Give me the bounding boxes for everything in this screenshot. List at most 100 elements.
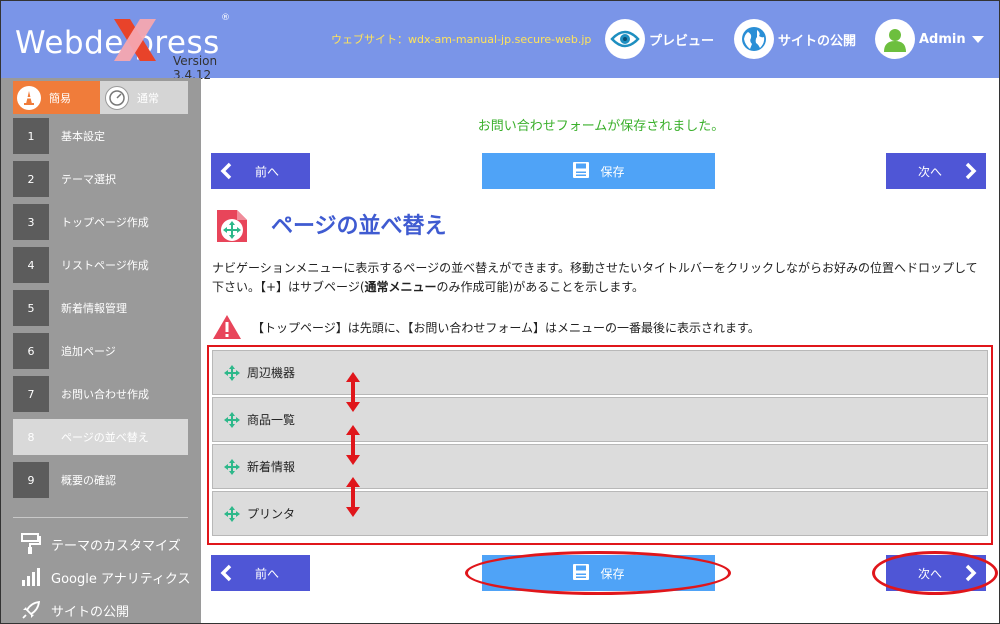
move-handle-icon[interactable] [223,411,241,429]
step-number: 6 [13,333,49,369]
step-label: リストページ作成 [61,259,149,272]
save-success-message: お問い合わせフォームが保存されました。 [477,119,725,134]
step-label: 新着情報管理 [61,302,127,315]
user-menu[interactable]: Admin [875,18,984,60]
prev-button-top[interactable]: 前へ [211,153,310,189]
mode-switch: 簡易 通常 [13,81,188,114]
paint-roller-icon [19,533,43,555]
sidebar: 簡易 通常 1 基本設定 2 テーマ選択 3 トップページ作成 4 リストページ作成 5… [1,78,201,623]
sidebar-divider [13,517,188,518]
google-analytics-link[interactable]: Google アナリティクス [19,565,191,589]
description-bold: 通常メニュー [364,280,437,294]
step-number: 7 [13,376,49,412]
step-theme-select[interactable]: 2 テーマ選択 [13,161,188,197]
header-bar: Webde press ® Version 3.4.12 ウェブサイト：wdx-… [1,1,999,82]
save-disk-icon [572,161,590,182]
step-page-reorder[interactable]: 8 ページの並べ替え [13,419,188,455]
item-label: 周辺機器 [247,366,296,380]
prev-button-bottom[interactable]: 前へ [211,555,310,591]
chevron-left-icon [211,564,241,582]
globe-icon [734,19,774,59]
tool-label: テーマのカスタマイズ [51,538,181,554]
prev-label: 前へ [255,566,280,581]
logo-registered-mark: ® [221,13,230,23]
avatar [875,19,915,59]
step-label: お問い合わせ作成 [61,388,149,401]
step-number: 5 [13,290,49,326]
tool-label: Google アナリティクス [51,571,191,587]
publish-label: サイトの公開 [778,33,857,49]
reorder-arrow-icon [346,425,360,465]
publish-site-link[interactable]: サイトの公開 [19,598,129,622]
step-summary[interactable]: 9 概要の確認 [13,462,188,498]
move-handle-icon[interactable] [223,364,241,382]
reorder-arrow-icon [346,477,360,517]
prev-label: 前へ [255,164,280,179]
mode-normal-button[interactable]: 通常 [100,81,188,114]
mode-easy-label: 簡易 [49,91,71,105]
step-additional-page[interactable]: 6 追加ページ [13,333,188,369]
warning-notice: 【トップページ】は先頭に、【お問い合わせフォーム】はメニューの一番最後に表示され… [212,314,760,340]
app-window: Webde press ® Version 3.4.12 ウェブサイト：wdx-… [0,0,1000,624]
save-label: 保存 [600,164,625,179]
preview-label: プレビュー [649,33,715,49]
step-basic-settings[interactable]: 1 基本設定 [13,118,188,154]
chevron-left-icon [211,162,241,180]
step-label: ページの並べ替え [61,431,149,444]
logo-x-icon [114,19,156,61]
chevron-right-icon [956,162,986,180]
rocket-icon [19,600,43,620]
mode-normal-label: 通常 [137,91,159,105]
theme-customize-link[interactable]: テーマのカスタマイズ [19,532,181,556]
item-label: 商品一覧 [247,413,296,427]
next-label: 次へ [917,164,942,179]
preview-button[interactable]: プレビュー [605,18,714,60]
step-label: 追加ページ [61,345,116,358]
step-number: 3 [13,204,49,240]
highlight-ring-save [465,551,731,595]
highlight-ring-next [872,551,998,595]
publish-site-button[interactable]: サイトの公開 [734,18,856,60]
user-name: Admin [919,31,966,47]
chevron-down-icon [971,35,984,43]
step-number: 9 [13,462,49,498]
page-description: ナビゲーションメニューに表示するページの並べ替えができます。移動させたいタイトル… [212,259,987,297]
description-text-end: のみ作成可能)があることを示します。 [436,280,644,294]
warning-icon [213,315,241,339]
step-contact-form[interactable]: 7 お問い合わせ作成 [13,376,188,412]
eye-icon [605,19,645,59]
next-button-top[interactable]: 次へ [886,153,986,189]
step-number: 2 [13,161,49,197]
gauge-icon [105,85,129,110]
step-list-page[interactable]: 4 リストページ作成 [13,247,188,283]
website-url[interactable]: ウェブサイト：wdx-am-manual-jp.secure-web.jp [331,31,591,47]
mode-easy-button[interactable]: 簡易 [13,81,100,114]
tool-label: サイトの公開 [51,604,130,620]
sortable-item[interactable]: 商品一覧 [212,397,988,442]
sortable-page-list: 周辺機器 商品一覧 新着情報 プリンタ [207,345,993,545]
item-label: 新着情報 [247,460,296,474]
reorder-arrow-icon [346,372,360,412]
page-reorder-title-icon [217,210,247,242]
sortable-item[interactable]: 新着情報 [212,444,988,489]
step-number: 1 [13,118,49,154]
step-label: 概要の確認 [61,474,116,487]
step-news-management[interactable]: 5 新着情報管理 [13,290,188,326]
page-title: ページの並べ替え [271,214,447,239]
tower-icon [17,85,41,110]
step-label: テーマ選択 [61,173,116,186]
move-handle-icon[interactable] [223,458,241,476]
step-number: 4 [13,247,49,283]
step-top-page[interactable]: 3 トップページ作成 [13,204,188,240]
step-label: 基本設定 [61,130,105,143]
item-label: プリンタ [247,507,296,521]
save-button-top[interactable]: 保存 [482,153,715,189]
step-label: トップページ作成 [61,216,149,229]
warning-text: 【トップページ】は先頭に、【お問い合わせフォーム】はメニューの一番最後に表示され… [252,320,760,335]
logo: Webde press ® Version 3.4.12 [15,11,245,82]
move-handle-icon[interactable] [223,505,241,523]
bar-chart-icon [19,567,43,587]
sortable-item[interactable]: 周辺機器 [212,350,988,395]
step-number: 8 [13,419,49,455]
sortable-item[interactable]: プリンタ [212,491,988,536]
